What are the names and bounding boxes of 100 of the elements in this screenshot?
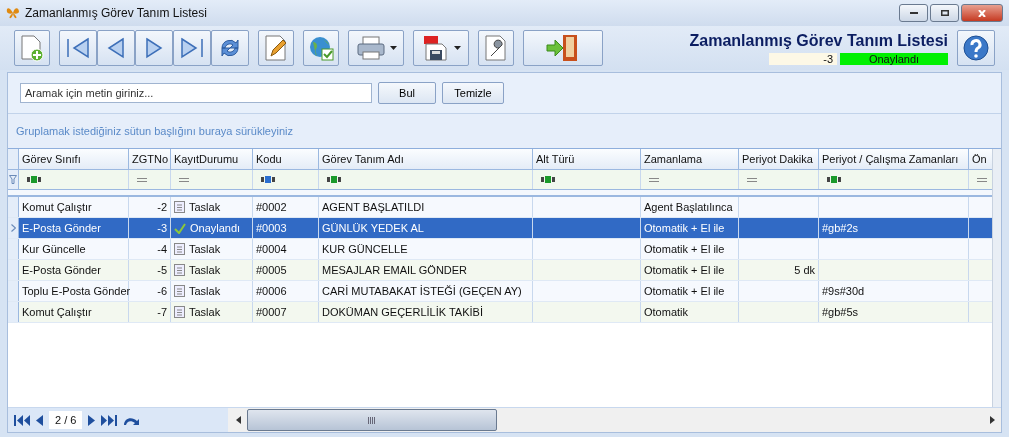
caret-icon: [389, 46, 397, 50]
table-cell: Otomatik + El ile: [644, 285, 725, 297]
table-cell: DOKÜMAN GEÇERLİLİK TAKİBİ: [322, 306, 483, 318]
new-document-icon: [19, 34, 45, 62]
table-row[interactable]: Komut Çalıştır -2 Taslak #0002 AGENT BAŞLATILDI Agent Başlatılınca: [8, 197, 992, 218]
first-page-icon[interactable]: [14, 414, 30, 426]
table-cell: Taslak: [189, 201, 221, 213]
column-header[interactable]: Görev Tanım Adı: [319, 149, 533, 169]
column-header[interactable]: Kodu: [253, 149, 319, 169]
maximize-button[interactable]: [930, 4, 959, 22]
caret-icon: [453, 46, 461, 50]
table-cell: Otomatik + El ile: [644, 264, 725, 276]
column-header[interactable]: ZGTNo: [129, 149, 171, 169]
table-cell: GÜNLÜK YEDEK AL: [322, 222, 424, 234]
record-number: -3: [769, 52, 837, 65]
maximize-icon: [940, 10, 949, 16]
help-icon: [962, 34, 990, 62]
next-record-button[interactable]: [135, 30, 173, 66]
pdf-save-button[interactable]: [413, 30, 469, 66]
equals-filter-icon[interactable]: [649, 177, 659, 182]
table-cell: #gb#2s: [822, 222, 859, 234]
table-cell: CARİ MUTABAKAT İSTEĞİ (GEÇEN AY): [322, 285, 522, 297]
scroll-left-icon[interactable]: [236, 416, 241, 424]
table-cell: -4: [157, 243, 167, 255]
column-header[interactable]: Alt Türü: [533, 149, 641, 169]
printer-icon: [355, 35, 386, 61]
prev-record-button[interactable]: [97, 30, 135, 66]
table-cell: Kur Güncelle: [22, 243, 86, 255]
search-field[interactable]: Aramak için metin giriniz...: [20, 83, 372, 103]
table-cell: 5 dk: [794, 264, 815, 276]
search-action-button[interactable]: Temizle: [442, 82, 504, 104]
table-row[interactable]: Toplu E-Posta Gönder -6 Taslak #0006 CARİ MUTABAKAT İSTEĞİ (GEÇEN AY) Otomatik + El ile #9s#30d: [8, 281, 992, 302]
grip-icon: [368, 416, 376, 424]
table-cell: Agent Başlatılınca: [644, 201, 733, 213]
minimize-icon: [909, 12, 918, 14]
table-cell: #0003: [256, 222, 287, 234]
table-cell: #0004: [256, 243, 287, 255]
search-action-button[interactable]: Bul: [378, 82, 436, 104]
table-cell: AGENT BAŞLATILDI: [322, 201, 425, 213]
column-header[interactable]: Periyot / Çalışma Zamanları: [819, 149, 969, 169]
text-filter-icon[interactable]: [27, 176, 42, 183]
table-cell: -3: [157, 222, 167, 234]
column-header[interactable]: Periyot Dakika: [739, 149, 819, 169]
text-filter-icon[interactable]: [327, 176, 342, 183]
minimize-button[interactable]: [899, 4, 928, 22]
vertical-scrollbar[interactable]: [992, 149, 1001, 407]
table-row[interactable]: Komut Çalıştır -7 Taslak #0007 DOKÜMAN GEÇERLİLİK TAKİBİ Otomatik #gb#5s: [8, 302, 992, 323]
edit-button[interactable]: [258, 30, 294, 66]
record-status: Onaylandı: [840, 52, 948, 65]
equals-filter-icon[interactable]: [747, 177, 757, 182]
settings-button[interactable]: [478, 30, 514, 66]
text-filter-icon[interactable]: [827, 176, 842, 183]
refresh-button[interactable]: [211, 30, 249, 66]
print-button[interactable]: [348, 30, 404, 66]
last-record-button[interactable]: [173, 30, 211, 66]
first-record-button[interactable]: [59, 30, 97, 66]
table-cell: MESAJLAR EMAIL GÖNDER: [322, 264, 468, 276]
table-cell: Taslak: [189, 306, 221, 318]
table-cell: #0005: [256, 264, 287, 276]
equals-filter-icon[interactable]: [977, 177, 987, 182]
table-cell: Komut Çalıştır: [22, 201, 92, 213]
text-filter-icon[interactable]: [541, 176, 556, 183]
globe-check-button[interactable]: [303, 30, 339, 66]
text-filter-icon[interactable]: [261, 176, 276, 183]
scroll-right-icon[interactable]: [990, 416, 995, 424]
table-cell: #0007: [256, 306, 287, 318]
table-cell: Otomatik + El ile: [644, 243, 725, 255]
table-cell: E-Posta Gönder: [22, 264, 101, 276]
last-page-icon[interactable]: [101, 414, 118, 426]
table-cell: Taslak: [189, 243, 221, 255]
equals-filter-icon[interactable]: [137, 177, 147, 182]
table-cell: -6: [157, 285, 167, 297]
horizontal-scrollbar[interactable]: [228, 408, 1001, 432]
floppy-disk-icon: [421, 34, 450, 62]
column-header[interactable]: Görev Sınıfı: [19, 149, 129, 169]
row-pointer-icon: [10, 224, 16, 232]
table-row[interactable]: E-Posta Gönder -3 Onaylandı #0003 GÜNLÜK YEDEK AL Otomatik + El ile #gb#2s: [8, 218, 992, 239]
globe-check-icon: [307, 34, 335, 62]
column-header[interactable]: Zamanlama: [641, 149, 739, 169]
table-row[interactable]: E-Posta Gönder -5 Taslak #0005 MESAJLAR EMAIL GÖNDER Otomatik + El ile 5 dk: [8, 260, 992, 281]
table-cell: -7: [157, 306, 167, 318]
close-icon: [978, 9, 986, 17]
next-page-icon[interactable]: [88, 414, 96, 426]
close-button[interactable]: [961, 4, 1003, 22]
new-button[interactable]: [14, 30, 50, 66]
help-button[interactable]: [957, 30, 995, 66]
page-position: 2 / 6: [49, 411, 83, 429]
pencil-document-icon: [263, 34, 289, 62]
table-cell: #gb#5s: [822, 306, 859, 318]
table-cell: Onaylandı: [190, 222, 241, 234]
butterfly-icon: [6, 6, 20, 20]
previous-page-icon[interactable]: [36, 414, 43, 426]
table-cell: Otomatik: [644, 306, 688, 318]
exit-button[interactable]: [523, 30, 603, 66]
table-row[interactable]: Kur Güncelle -4 Taslak #0004 KUR GÜNCELLE Otomatik + El ile: [8, 239, 992, 260]
table-cell: E-Posta Gönder: [22, 222, 101, 234]
scrollbar-thumb[interactable]: [247, 409, 497, 431]
column-header[interactable]: KayıtDurumu: [171, 149, 253, 169]
table-cell: Komut Çalıştır: [22, 306, 92, 318]
equals-filter-icon[interactable]: [179, 177, 189, 182]
